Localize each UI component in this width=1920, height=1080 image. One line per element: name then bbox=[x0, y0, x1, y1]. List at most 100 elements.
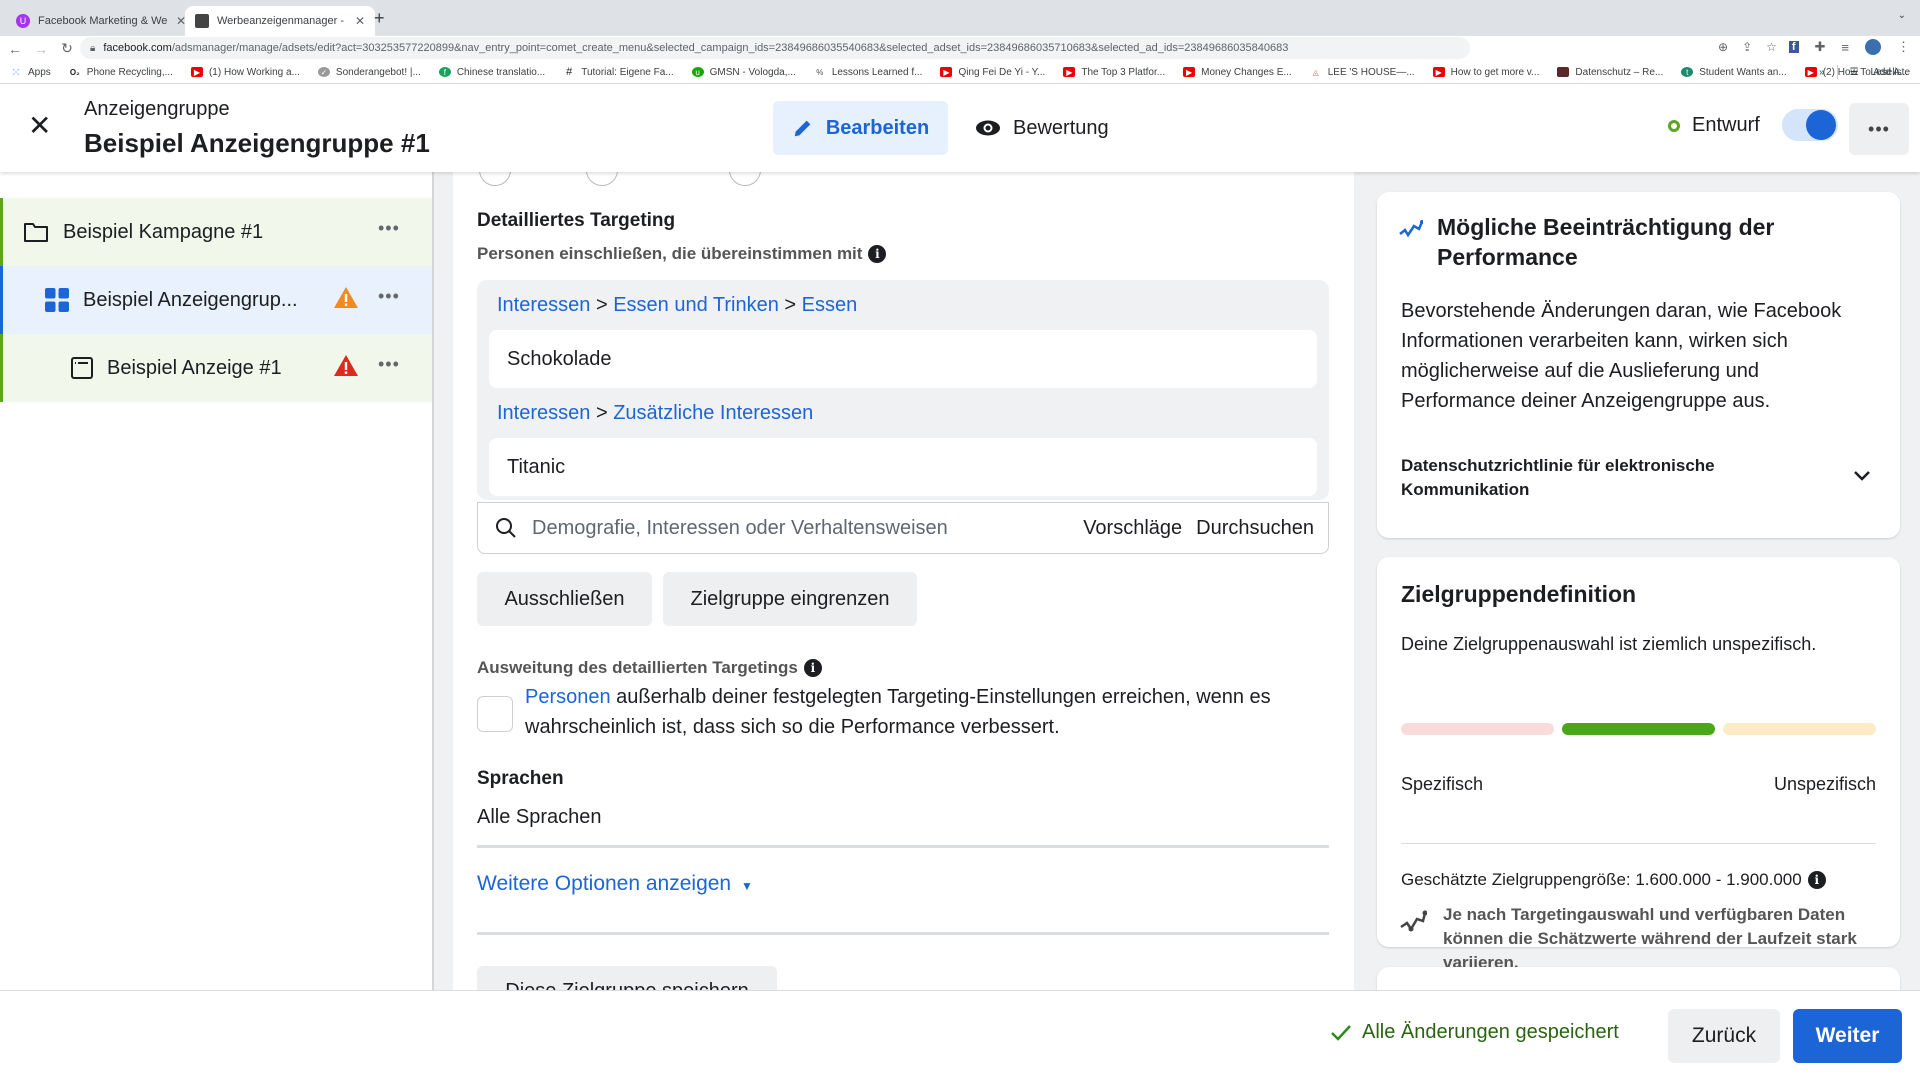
persons-link[interactable]: Personen bbox=[525, 686, 611, 708]
more-options-link[interactable]: Weitere Optionen anzeigen ▼ bbox=[477, 872, 753, 896]
sidebar-item-ad[interactable]: Beispiel Anzeige #1 ••• bbox=[0, 334, 432, 402]
reading-list-button[interactable]: Leseliste bbox=[1871, 67, 1910, 78]
breadcrumb-separator: > bbox=[595, 294, 608, 316]
forward-arrow-icon[interactable]: → bbox=[30, 41, 52, 57]
bookmark-item[interactable]: u GMSN - Vologda,... bbox=[691, 66, 796, 78]
browser-tab-ads-manager[interactable]: Werbeanzeigenmanager - Wer ✕ bbox=[185, 6, 376, 36]
breadcrumb-link[interactable]: Essen und Trinken bbox=[613, 294, 779, 316]
share-icon[interactable]: ⇪ bbox=[1742, 40, 1752, 54]
save-audience-button[interactable]: Diese Zielgruppe speichern bbox=[477, 966, 777, 990]
search-placeholder: Demografie, Interessen oder Verhaltenswe… bbox=[532, 516, 948, 539]
chevron-down-icon[interactable] bbox=[1853, 470, 1871, 482]
sidebar-item-adset[interactable]: Beispiel Anzeigengrup... ••• bbox=[0, 266, 432, 334]
expansion-checkbox[interactable] bbox=[477, 696, 513, 732]
adset-more-button[interactable]: ••• bbox=[378, 286, 400, 307]
browse-button[interactable]: Durchsuchen bbox=[1196, 517, 1314, 540]
bookmark-item[interactable]: ▶ How to get more v... bbox=[1432, 67, 1539, 78]
badge-icon: ✓ bbox=[317, 67, 330, 77]
bookmark-item[interactable]: f Chinese translatio... bbox=[438, 67, 545, 78]
languages-value[interactable]: Alle Sprachen bbox=[477, 806, 602, 829]
bookmark-item[interactable]: % Lessons Learned f... bbox=[814, 67, 922, 78]
browser-tab-course[interactable]: U Facebook Marketing & Werbea ✕ bbox=[6, 6, 196, 36]
tab-search-chevron-icon[interactable]: ⌄ bbox=[1898, 10, 1906, 21]
edit-tab-button[interactable]: Bearbeiten bbox=[773, 101, 948, 155]
breadcrumb-link[interactable]: Zusätzliche Interessen bbox=[613, 402, 813, 424]
bookmark-item[interactable]: t Student Wants an... bbox=[1681, 67, 1787, 78]
divider bbox=[477, 845, 1329, 848]
ad-more-button[interactable]: ••• bbox=[378, 354, 400, 375]
caret-down-icon: ▼ bbox=[740, 879, 753, 893]
url-input[interactable]: 🔒︎ facebook.com /adsmanager/manage/adset… bbox=[80, 37, 1470, 59]
review-tab-button[interactable]: Bewertung bbox=[975, 101, 1109, 155]
fi-icon: f bbox=[438, 67, 451, 77]
radio-button[interactable] bbox=[586, 172, 618, 186]
bookmarks-overflow-button[interactable]: » bbox=[1819, 67, 1825, 78]
info-icon[interactable]: i bbox=[868, 245, 887, 263]
breadcrumb-link[interactable]: Interessen bbox=[497, 402, 590, 424]
bookmark-label: (1) How Working a... bbox=[208, 66, 300, 78]
sidebar-item-label: Beispiel Kampagne #1 bbox=[63, 220, 264, 243]
performance-card-text: Bevorstehende Änderungen daran, wie Face… bbox=[1401, 300, 1842, 412]
bookmark-item[interactable]: ⁙ Apps bbox=[10, 67, 50, 79]
targeting-item[interactable]: Titanic bbox=[489, 438, 1317, 496]
bookmark-star-icon[interactable]: ☆ bbox=[1766, 40, 1777, 54]
radio-button[interactable] bbox=[729, 172, 761, 186]
next-button[interactable]: Weiter bbox=[1793, 1009, 1902, 1063]
privacy-policy-expander[interactable]: Datenschutzrichtlinie für elektronische … bbox=[1401, 454, 1801, 502]
close-tab-icon[interactable]: ✕ bbox=[355, 14, 365, 28]
bookmark-item[interactable]: ▶ The Top 3 Platfor... bbox=[1063, 67, 1165, 78]
breadcrumb-link[interactable]: Interessen bbox=[497, 294, 590, 316]
bookmark-item[interactable]: ◬ LEE 'S HOUSE—... bbox=[1310, 67, 1415, 78]
zoom-icon[interactable]: ⊕ bbox=[1718, 40, 1728, 54]
warning-orange-icon[interactable] bbox=[333, 286, 359, 309]
tab-title: Facebook Marketing & Werbea bbox=[38, 15, 168, 27]
folder-icon bbox=[24, 223, 48, 242]
info-icon[interactable]: i bbox=[803, 659, 822, 677]
breadcrumb-link[interactable]: Essen bbox=[802, 294, 858, 316]
suggestions-button[interactable]: Vorschläge bbox=[1083, 517, 1182, 540]
divider bbox=[1401, 843, 1876, 844]
bookmark-label: LEE 'S HOUSE—... bbox=[1327, 66, 1415, 78]
chrome-menu-icon[interactable]: ⋮ bbox=[1897, 39, 1910, 55]
targeting-item[interactable]: Schokolade bbox=[489, 330, 1317, 388]
bookmark-label: GMSN - Vologda,... bbox=[709, 66, 796, 78]
close-icon[interactable]: ✕ bbox=[28, 112, 51, 140]
breadcrumb-separator: > bbox=[784, 294, 797, 316]
sidebar-item-campaign[interactable]: Beispiel Kampagne #1 ••• bbox=[0, 198, 432, 266]
new-tab-button[interactable]: + bbox=[374, 8, 385, 29]
bookmark-label: Qing Fei De Yi - Y... bbox=[958, 66, 1046, 78]
extensions-puzzle-icon[interactable]: ✚ bbox=[1815, 39, 1826, 55]
back-button[interactable]: Zurück bbox=[1668, 1009, 1780, 1063]
campaign-more-button[interactable]: ••• bbox=[378, 218, 400, 239]
estimate-trend-icon bbox=[1400, 910, 1427, 932]
bookmark-item[interactable]: ▶ Money Changes E... bbox=[1183, 67, 1292, 78]
narrow-audience-button[interactable]: Zielgruppe eingrenzen bbox=[663, 572, 917, 626]
bookmark-item[interactable]: ▶ (1) How Working a... bbox=[190, 66, 300, 78]
reload-icon[interactable]: ↻ bbox=[56, 40, 78, 57]
bookmark-item[interactable]: Datenschutz – Re... bbox=[1557, 67, 1663, 78]
warning-red-icon[interactable] bbox=[333, 354, 359, 377]
info-icon[interactable]: i bbox=[1807, 871, 1826, 889]
profile-avatar[interactable] bbox=[1865, 39, 1881, 55]
bookmark-item[interactable]: ▶ Qing Fei De Yi - Y... bbox=[940, 67, 1045, 78]
facebook-extension-icon[interactable]: f bbox=[1788, 41, 1799, 53]
bookmark-item[interactable]: O₂ Phone Recycling,... bbox=[69, 67, 173, 78]
back-arrow-icon[interactable]: ← bbox=[4, 41, 26, 57]
targeting-search-input[interactable]: Demografie, Interessen oder Verhaltenswe… bbox=[477, 502, 1329, 554]
more-options-button[interactable]: ••• bbox=[1849, 103, 1909, 155]
checkmark-icon bbox=[1331, 1024, 1351, 1041]
meter-label-unspecific: Unspezifisch bbox=[1773, 774, 1876, 794]
status-indicator: Entwurf bbox=[1668, 114, 1760, 137]
active-toggle[interactable] bbox=[1782, 109, 1838, 141]
radio-button[interactable] bbox=[479, 172, 511, 186]
bookmark-item[interactable]: ✓ Sonderangebot! |... bbox=[317, 67, 421, 78]
exclude-button[interactable]: Ausschließen bbox=[477, 572, 652, 626]
youtube-icon: ▶ bbox=[1063, 67, 1076, 77]
audience-card-title: Zielgruppendefinition bbox=[1401, 581, 1637, 607]
bookmark-item[interactable]: # Tutorial: Eigene Fa... bbox=[563, 66, 674, 78]
tab-title: Werbeanzeigenmanager - Wer bbox=[217, 15, 347, 27]
media-queue-icon[interactable]: ≡ bbox=[1841, 40, 1849, 55]
expansion-title: Ausweitung des detaillierten Targetings … bbox=[477, 658, 822, 678]
trend-chart-icon bbox=[1399, 220, 1423, 238]
performance-impact-card: Mögliche Beeinträchtigung der Performanc… bbox=[1377, 192, 1900, 538]
